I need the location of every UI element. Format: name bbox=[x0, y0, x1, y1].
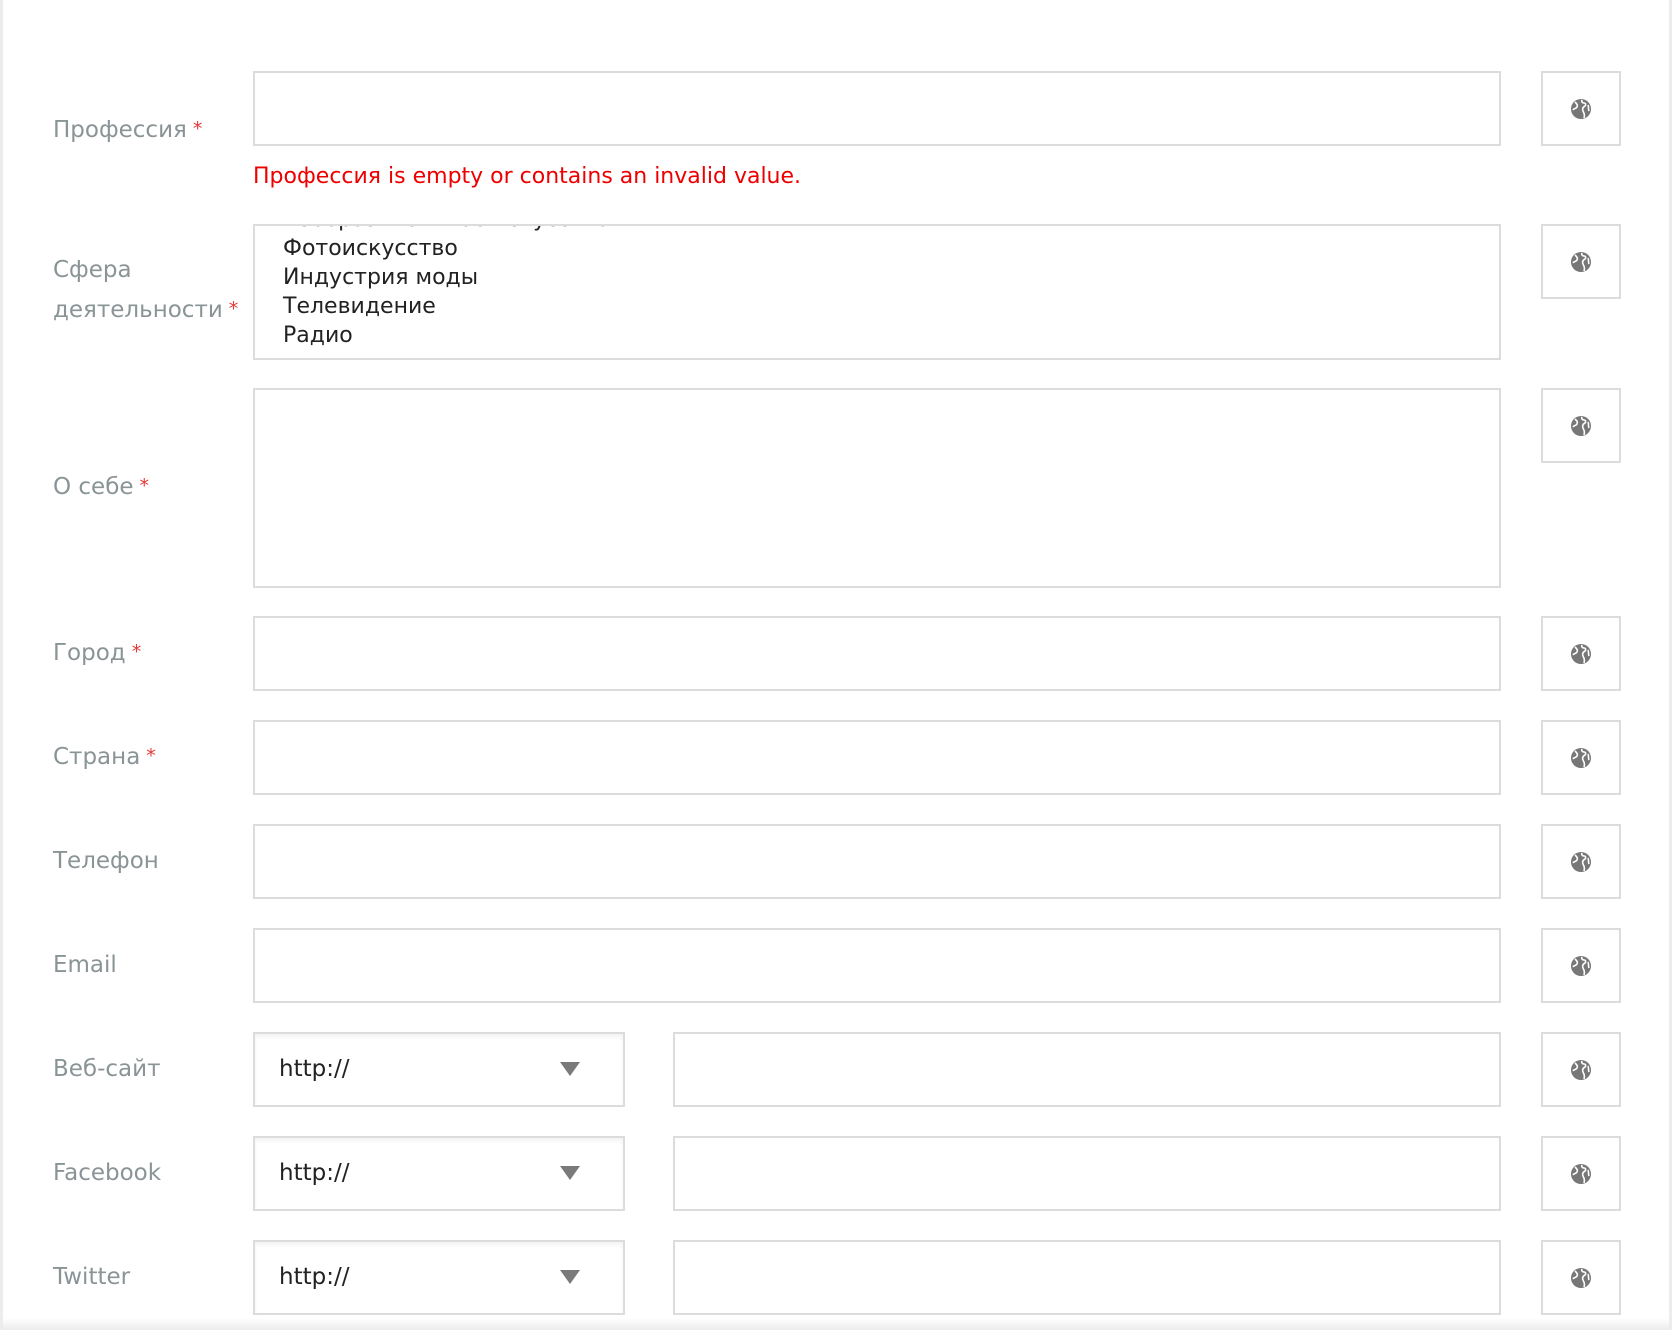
globe-icon bbox=[1571, 955, 1591, 976]
sphere-label-line2: деятельности bbox=[53, 297, 223, 323]
email-visibility-button[interactable] bbox=[1541, 928, 1621, 1003]
twitter-protocol-value: http:// bbox=[279, 1264, 350, 1290]
globe-icon bbox=[1571, 851, 1591, 872]
globe-icon bbox=[1571, 1059, 1591, 1080]
sphere-option[interactable]: Индустрия моды bbox=[283, 263, 478, 292]
required-asterisk: * bbox=[228, 298, 239, 320]
sphere-label-line1: Сфера bbox=[53, 257, 132, 283]
sphere-option[interactable]: Изобразительное искусство bbox=[283, 226, 610, 234]
sphere-listbox[interactable]: Изобразительное искусство Фотоискусство … bbox=[253, 224, 1501, 360]
website-protocol-value: http:// bbox=[279, 1056, 350, 1082]
country-visibility-button[interactable] bbox=[1541, 720, 1621, 795]
city-label-text: Город bbox=[53, 640, 126, 666]
sphere-label: Сфера bbox=[53, 250, 132, 290]
website-protocol-select[interactable]: http:// bbox=[253, 1032, 625, 1107]
profession-error-message: Профессия is empty or contains an invali… bbox=[253, 164, 802, 189]
required-asterisk: * bbox=[131, 641, 142, 663]
phone-visibility-button[interactable] bbox=[1541, 824, 1621, 899]
sphere-option[interactable]: Телевидение bbox=[283, 292, 436, 321]
country-input[interactable] bbox=[253, 720, 1501, 795]
profile-form: Профессия * Профессия is empty or contain… bbox=[0, 0, 1672, 1330]
website-visibility-button[interactable] bbox=[1541, 1032, 1621, 1107]
country-label: Страна * bbox=[53, 737, 156, 778]
phone-label-text: Телефон bbox=[53, 848, 159, 874]
required-asterisk: * bbox=[139, 475, 150, 497]
twitter-label: Twitter bbox=[53, 1257, 130, 1297]
profession-label: Профессия * bbox=[53, 110, 202, 151]
bottom-edge-shadow bbox=[3, 1318, 1672, 1330]
sphere-option[interactable]: Фотоискусство bbox=[283, 234, 458, 263]
globe-icon bbox=[1571, 1163, 1591, 1184]
email-input[interactable] bbox=[253, 928, 1501, 1003]
country-label-text: Страна bbox=[53, 744, 141, 770]
email-label: Email bbox=[53, 945, 117, 985]
city-input[interactable] bbox=[253, 616, 1501, 691]
required-asterisk: * bbox=[146, 745, 156, 767]
required-asterisk: * bbox=[192, 118, 203, 140]
about-textarea[interactable] bbox=[253, 388, 1501, 588]
caret-down-icon bbox=[560, 1062, 580, 1076]
globe-icon bbox=[1571, 747, 1591, 768]
globe-icon bbox=[1571, 1267, 1591, 1288]
website-input[interactable] bbox=[673, 1032, 1501, 1107]
city-label: Город * bbox=[53, 633, 141, 674]
profession-input[interactable] bbox=[253, 71, 1501, 146]
globe-icon bbox=[1571, 251, 1591, 272]
globe-icon bbox=[1571, 98, 1591, 119]
globe-icon bbox=[1571, 643, 1591, 664]
twitter-protocol-select[interactable]: http:// bbox=[253, 1240, 625, 1315]
twitter-visibility-button[interactable] bbox=[1541, 1240, 1621, 1315]
phone-label: Телефон bbox=[53, 841, 159, 881]
about-label: О себе * bbox=[53, 467, 149, 508]
email-label-text: Email bbox=[53, 952, 117, 978]
twitter-label-text: Twitter bbox=[53, 1264, 131, 1290]
facebook-protocol-value: http:// bbox=[279, 1160, 350, 1186]
caret-down-icon bbox=[560, 1166, 580, 1180]
globe-icon bbox=[1571, 415, 1591, 436]
sphere-option[interactable]: Радио bbox=[283, 321, 353, 350]
caret-down-icon bbox=[560, 1270, 580, 1284]
city-visibility-button[interactable] bbox=[1541, 616, 1621, 691]
about-visibility-button[interactable] bbox=[1541, 388, 1621, 463]
sphere-visibility-button[interactable] bbox=[1541, 224, 1621, 299]
website-label: Веб-сайт bbox=[53, 1049, 161, 1089]
about-label-text: О себе bbox=[53, 474, 134, 500]
profession-visibility-button[interactable] bbox=[1541, 71, 1621, 146]
facebook-label-text: Facebook bbox=[53, 1160, 162, 1186]
sphere-label-2: деятельности * bbox=[53, 290, 238, 331]
phone-input[interactable] bbox=[253, 824, 1501, 899]
facebook-label: Facebook bbox=[53, 1153, 161, 1193]
facebook-visibility-button[interactable] bbox=[1541, 1136, 1621, 1211]
facebook-input[interactable] bbox=[673, 1136, 1501, 1211]
profession-label-text: Профессия bbox=[53, 117, 187, 143]
website-label-text: Веб-сайт bbox=[53, 1056, 161, 1082]
twitter-input[interactable] bbox=[673, 1240, 1501, 1315]
facebook-protocol-select[interactable]: http:// bbox=[253, 1136, 625, 1211]
